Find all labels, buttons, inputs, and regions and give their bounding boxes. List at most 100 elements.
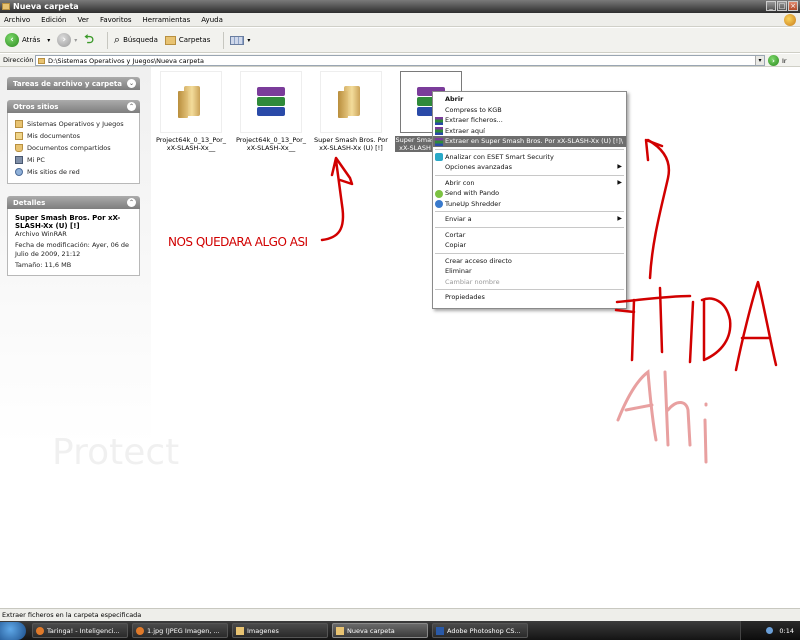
details-body: Super Smash Bros. Por xX-SLASH-Xx (U) [!… — [7, 209, 140, 276]
menu-archivo[interactable]: Archivo — [4, 16, 30, 24]
file-item[interactable]: Project64k_0_13_Por_ xX-SLASH-Xx__ — [151, 71, 231, 152]
folder-icon — [236, 626, 244, 635]
menu-item-properties[interactable]: Propiedades — [433, 292, 626, 303]
menu-item-compress-kgb[interactable]: Compress to KGB — [433, 105, 626, 116]
menu-separator — [435, 252, 624, 254]
collapse-icon[interactable]: ⌃ — [127, 102, 136, 111]
search-button[interactable]: ⌕ Búsqueda — [114, 33, 158, 47]
menu-item-cut[interactable]: Cortar — [433, 230, 626, 241]
up-folder-icon: ⮌ — [84, 31, 94, 46]
menu-item-extract-to-folder[interactable]: Extraer en Super Smash Bros. Por xX-SLAS… — [433, 136, 626, 147]
menu-item-open-with[interactable]: Abrir con ▶ — [433, 178, 626, 189]
menu-edicion[interactable]: Edición — [41, 16, 66, 24]
tray-icon[interactable] — [766, 627, 774, 634]
menu-bar: Archivo Edición Ver Favoritos Herramient… — [0, 13, 800, 27]
menu-item-create-shortcut[interactable]: Crear acceso directo — [433, 256, 626, 267]
forward-button[interactable]: › ▾ — [57, 33, 77, 47]
place-link-mis-sitios-de-red[interactable]: Mis sitios de red — [15, 166, 132, 178]
menu-item-advanced-options[interactable]: Opciones avanzadas ▶ — [433, 162, 626, 173]
menu-item-delete[interactable]: Eliminar — [433, 266, 626, 277]
address-bar: Dirección D:\Sistemas Operativos y Juego… — [0, 54, 800, 67]
forward-dropdown-icon[interactable]: ▾ — [74, 37, 77, 44]
menu-ver[interactable]: Ver — [78, 16, 89, 24]
file-label: Super Smash Bros. Por xX-SLASH-Xx (U) [!] — [314, 136, 388, 152]
menu-item-copy[interactable]: Copiar — [433, 240, 626, 251]
close-button[interactable]: × — [788, 1, 798, 11]
address-input[interactable]: D:\Sistemas Operativos y Juegos\Nueva ca… — [35, 55, 765, 66]
menu-ayuda[interactable]: Ayuda — [201, 16, 223, 24]
firefox-icon — [36, 626, 44, 635]
place-link-sistemas[interactable]: Sistemas Operativos y Juegos — [15, 118, 132, 130]
menu-item-eset-scan[interactable]: Analizar con ESET Smart Security — [433, 152, 626, 163]
start-button[interactable] — [0, 621, 26, 640]
photoshop-icon — [436, 626, 444, 635]
file-item[interactable]: Super Smash Bros. Por xX-SLASH-Xx (U) [!] — [311, 71, 391, 152]
clock[interactable]: 0:14 — [779, 627, 794, 635]
detail-modified: Fecha de modificación: Ayer, 06 de Julio… — [15, 241, 130, 258]
address-dropdown-icon[interactable]: ▾ — [755, 56, 764, 65]
menu-herramientas[interactable]: Herramientas — [143, 16, 191, 24]
folder-icon — [15, 120, 23, 128]
menu-separator — [435, 148, 624, 150]
menu-separator — [435, 174, 624, 176]
taskbar-item-imagenes[interactable]: Imagenes — [232, 623, 328, 638]
place-label: Sistemas Operativos y Juegos — [27, 120, 124, 128]
menu-item-extract-here[interactable]: Extraer aquí — [433, 126, 626, 137]
places-panel-title: Otros sitios — [13, 102, 59, 111]
window-title: Nueva carpeta — [13, 2, 79, 11]
views-icon — [230, 35, 245, 45]
taskbar-item-taringa[interactable]: Taringa! - Inteligenci... — [32, 623, 128, 638]
title-bar: Nueva carpeta _ □ × — [0, 0, 800, 13]
search-icon: ⌕ — [113, 33, 121, 46]
menu-separator — [435, 289, 624, 290]
expand-icon[interactable]: ⌄ — [127, 79, 136, 88]
documents-folder-icon — [15, 132, 23, 140]
menu-item-send-with-pando[interactable]: Send with Pando — [433, 188, 626, 199]
place-link-mi-pc[interactable]: Mi PC — [15, 154, 132, 166]
maximize-button[interactable]: □ — [777, 1, 787, 11]
go-button[interactable]: › Ir — [768, 55, 787, 66]
detail-size: Tamaño: 11,6 MB — [15, 261, 72, 269]
views-button[interactable]: ▾ — [230, 35, 250, 45]
up-button[interactable]: ⮌ — [84, 30, 94, 51]
details-panel: Detalles ⌃ Super Smash Bros. Por xX-SLAS… — [7, 196, 140, 276]
tasks-panel-header[interactable]: Tareas de archivo y carpeta ⌄ — [7, 77, 140, 90]
details-panel-header[interactable]: Detalles ⌃ — [7, 196, 140, 209]
computer-icon — [15, 156, 23, 164]
folder-icon — [178, 86, 204, 118]
minimize-button[interactable]: _ — [766, 1, 776, 11]
eset-icon — [435, 153, 443, 161]
back-dropdown-icon[interactable]: ▾ — [47, 37, 50, 44]
folders-icon — [164, 35, 176, 45]
file-thumbnail — [240, 71, 302, 133]
submenu-arrow-icon: ▶ — [617, 163, 622, 170]
menu-item-open[interactable]: Abrir — [433, 94, 626, 105]
places-panel-header[interactable]: Otros sitios ⌃ — [7, 100, 140, 113]
collapse-icon[interactable]: ⌃ — [127, 198, 136, 207]
taskbar-item-photoshop[interactable]: Adobe Photoshop CS... — [432, 623, 528, 638]
status-text: Extraer ficheros en la carpeta especific… — [2, 611, 142, 619]
taskbar-item-jpg[interactable]: 1.jpg (JPEG Imagen, ... — [132, 623, 228, 638]
folder-icon — [338, 86, 364, 118]
menu-item-extract-files[interactable]: Extraer ficheros... — [433, 115, 626, 126]
back-arrow-icon: ‹ — [5, 33, 19, 47]
taskbar-item-nueva-carpeta[interactable]: Nueva carpeta — [332, 623, 428, 638]
context-menu: Abrir Compress to KGB Extraer ficheros..… — [432, 91, 627, 309]
places-list: Sistemas Operativos y Juegos Mis documen… — [7, 113, 140, 184]
menu-item-send-to[interactable]: Enviar a ▶ — [433, 214, 626, 225]
pando-icon — [435, 189, 443, 198]
folders-button[interactable]: Carpetas — [164, 35, 210, 45]
file-item[interactable]: Project64k_0_13_Por_ xX-SLASH-Xx__ — [231, 71, 311, 152]
menu-favoritos[interactable]: Favoritos — [100, 16, 132, 24]
folder-icon — [38, 57, 45, 64]
folder-icon — [336, 626, 344, 635]
submenu-arrow-icon: ▶ — [617, 215, 622, 222]
place-link-mis-documentos[interactable]: Mis documentos — [15, 130, 132, 142]
file-label: Super Smas xX-SLASH — [395, 136, 435, 152]
menu-item-tuneup-shredder[interactable]: TuneUp Shredder — [433, 199, 626, 210]
back-button[interactable]: ‹ Atrás ▾ — [5, 33, 50, 47]
place-link-documentos-compartidos[interactable]: Documentos compartidos — [15, 142, 132, 154]
file-thumbnail — [320, 71, 382, 133]
menu-item-rename: Cambiar nombre — [445, 277, 500, 286]
file-thumbnail — [160, 71, 222, 133]
